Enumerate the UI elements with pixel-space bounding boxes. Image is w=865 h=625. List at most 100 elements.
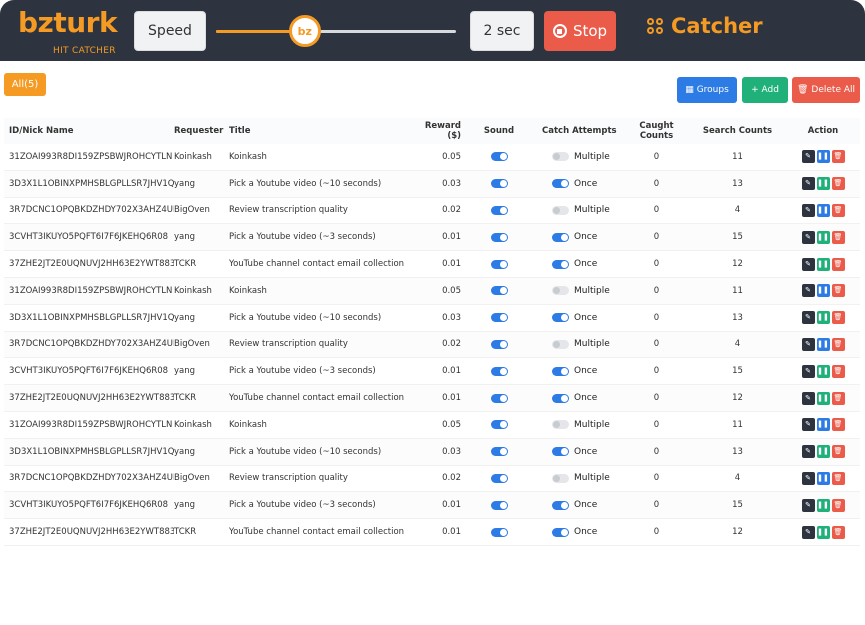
speed-slider-handle[interactable]: bz [288,15,321,47]
sound-cell [464,205,534,215]
catch-toggle[interactable] [552,366,569,376]
delete-all-button[interactable]: 🗑 Delete All [792,77,860,103]
catch-mode: Once [574,393,598,404]
table-row: 31ZOAI993R8DI159ZPSBWJROHCYTLN Koinkash Ko… [4,412,860,439]
sound-cell [464,232,534,242]
pause-icon[interactable]: ❚❚ [816,471,830,485]
pencil-icon[interactable]: ✎ [801,150,815,164]
pencil-icon[interactable]: ✎ [801,311,815,325]
pause-icon[interactable]: ❚❚ [816,498,830,512]
catcher-title: Catcher [647,14,763,38]
catch-toggle[interactable] [552,473,569,483]
sound-toggle[interactable] [490,205,508,215]
pencil-icon[interactable]: ✎ [801,203,815,217]
catch-toggle[interactable] [552,259,569,269]
trash-icon[interactable]: 🗑 [831,177,845,191]
trash-icon[interactable]: 🗑 [831,471,845,485]
pencil-icon[interactable]: ✎ [801,445,815,459]
sound-toggle[interactable] [490,366,508,376]
reward: 0.01 [442,232,461,243]
pause-icon[interactable]: ❚❚ [816,230,830,244]
trash-icon[interactable]: 🗑 [831,230,845,244]
trash-icon[interactable]: 🗑 [831,364,845,378]
reward: 0.01 [442,366,461,377]
pause-icon[interactable]: ❚❚ [816,525,830,539]
stop-button[interactable]: Stop [544,11,616,51]
trash-icon[interactable]: 🗑 [831,284,845,298]
requester: yang [174,178,196,189]
catch-toggle[interactable] [552,286,569,296]
pencil-icon[interactable]: ✎ [801,471,815,485]
sound-toggle[interactable] [490,393,508,403]
pause-icon[interactable]: ❚❚ [816,177,830,191]
requester: TCKR [174,527,197,538]
sound-toggle[interactable] [490,447,508,457]
trash-icon[interactable]: 🗑 [831,203,845,217]
sound-toggle[interactable] [490,473,508,483]
sound-toggle[interactable] [490,179,508,189]
catch-toggle[interactable] [552,205,569,215]
pause-icon[interactable]: ❚❚ [816,364,830,378]
requester: TCKR [174,393,197,404]
sound-toggle[interactable] [490,313,508,323]
trash-icon[interactable]: 🗑 [831,498,845,512]
trash-icon[interactable]: 🗑 [831,337,845,351]
catch-toggle[interactable] [552,179,569,189]
sound-toggle[interactable] [490,259,508,269]
action-cell: ✎ ❚❚ 🗑 [786,203,852,217]
speed-button[interactable]: Speed [134,11,206,51]
trash-icon[interactable]: 🗑 [831,418,845,432]
pause-icon[interactable]: ❚❚ [816,391,830,405]
add-button[interactable]: + Add [742,77,788,103]
action-cell: ✎ ❚❚ 🗑 [786,364,852,378]
pause-icon[interactable]: ❚❚ [816,203,830,217]
interval-display[interactable]: 2 sec [470,11,534,51]
trash-icon[interactable]: 🗑 [831,311,845,325]
pause-icon[interactable]: ❚❚ [816,311,830,325]
sound-toggle[interactable] [490,420,508,430]
pause-icon[interactable]: ❚❚ [816,257,830,271]
pencil-icon[interactable]: ✎ [801,230,815,244]
catch-toggle[interactable] [552,447,569,457]
groups-button[interactable]: ▦ Groups [677,77,737,103]
pause-icon[interactable]: ❚❚ [816,150,830,164]
trash-icon[interactable]: 🗑 [831,150,845,164]
sound-toggle[interactable] [490,527,508,537]
catch-toggle[interactable] [552,313,569,323]
pencil-icon[interactable]: ✎ [801,337,815,351]
pencil-icon[interactable]: ✎ [801,284,815,298]
speed-slider[interactable] [216,30,456,33]
table-row: 3R7DCNC1OPQBKDZHDY702X3AHZ4UDJ BigOven Rev… [4,466,860,493]
catch-cell: Multiple [534,339,624,349]
pencil-icon[interactable]: ✎ [801,498,815,512]
catch-toggle[interactable] [552,152,569,162]
catch-toggle[interactable] [552,232,569,242]
pencil-icon[interactable]: ✎ [801,391,815,405]
pencil-icon[interactable]: ✎ [801,525,815,539]
requester: Koinkash [174,285,212,296]
pause-icon[interactable]: ❚❚ [816,418,830,432]
sound-toggle[interactable] [490,500,508,510]
trash-icon[interactable]: 🗑 [831,257,845,271]
catch-toggle[interactable] [552,527,569,537]
sound-toggle[interactable] [490,232,508,242]
catch-toggle[interactable] [552,393,569,403]
pencil-icon[interactable]: ✎ [801,418,815,432]
sound-toggle[interactable] [490,339,508,349]
pause-icon[interactable]: ❚❚ [816,445,830,459]
catch-toggle[interactable] [552,420,569,430]
all-filter-button[interactable]: All(5) [4,73,46,96]
pause-icon[interactable]: ❚❚ [816,337,830,351]
catch-toggle[interactable] [552,339,569,349]
catch-toggle[interactable] [552,500,569,510]
pencil-icon[interactable]: ✎ [801,177,815,191]
pause-icon[interactable]: ❚❚ [816,284,830,298]
sound-cell [464,420,534,430]
trash-icon[interactable]: 🗑 [831,391,845,405]
pencil-icon[interactable]: ✎ [801,364,815,378]
sound-toggle[interactable] [490,152,508,162]
trash-icon[interactable]: 🗑 [831,445,845,459]
sound-toggle[interactable] [490,286,508,296]
trash-icon[interactable]: 🗑 [831,525,845,539]
pencil-icon[interactable]: ✎ [801,257,815,271]
